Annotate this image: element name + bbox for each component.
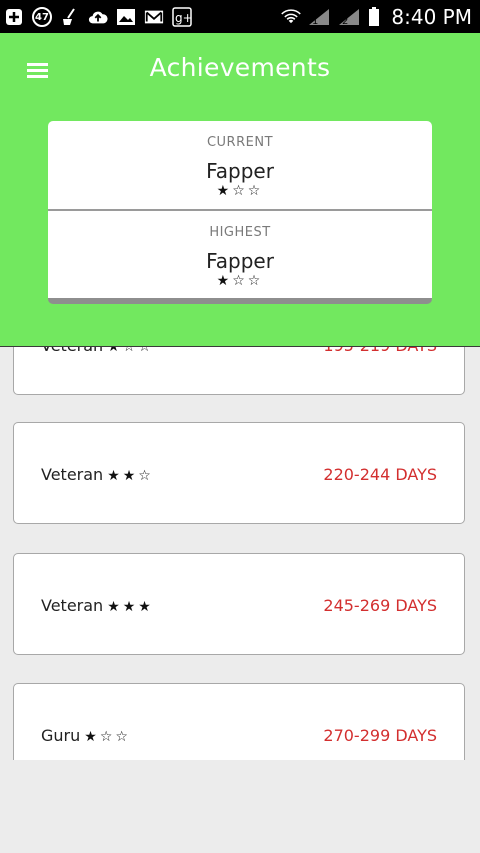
achievement-stars: ★★☆ <box>107 468 154 484</box>
current-rank-section: CURRENT Fapper ★☆☆ <box>48 121 432 209</box>
achievement-stars: ★☆☆ <box>84 729 131 745</box>
achievement-card[interactable]: Veteran ★★☆ 220-244 DAYS <box>13 422 465 524</box>
highest-rank-value: Fapper <box>206 249 274 273</box>
achievement-name: Veteran ★★★ <box>41 596 154 615</box>
app-header: Achievements CURRENT Fapper ★☆☆ HIGHEST … <box>0 33 480 347</box>
achievement-name: Veteran ★★☆ <box>41 465 154 484</box>
achievement-card[interactable]: Guru ★☆☆ 270-299 DAYS <box>13 683 465 760</box>
achievement-days: 245-269 DAYS <box>323 596 437 615</box>
highest-rank-stars: ★☆☆ <box>216 273 264 289</box>
current-rank-stars: ★☆☆ <box>216 183 264 199</box>
achievement-days: 220-244 DAYS <box>323 465 437 484</box>
current-rank-label: CURRENT <box>206 135 274 150</box>
achievement-stars: ★★★ <box>107 599 154 615</box>
achievement-name: Guru ★☆☆ <box>41 726 131 745</box>
current-rank-value: Fapper <box>206 159 274 183</box>
highest-rank-section: HIGHEST Fapper ★☆☆ <box>48 209 432 297</box>
achievement-card[interactable]: Veteran ★★★ 245-269 DAYS <box>13 553 465 655</box>
page-title: Achievements <box>149 53 331 82</box>
rank-summary-card: CURRENT Fapper ★☆☆ HIGHEST Fapper ★☆☆ <box>48 121 432 304</box>
highest-rank-label: HIGHEST <box>209 225 271 240</box>
achievement-days: 270-299 DAYS <box>323 726 437 745</box>
